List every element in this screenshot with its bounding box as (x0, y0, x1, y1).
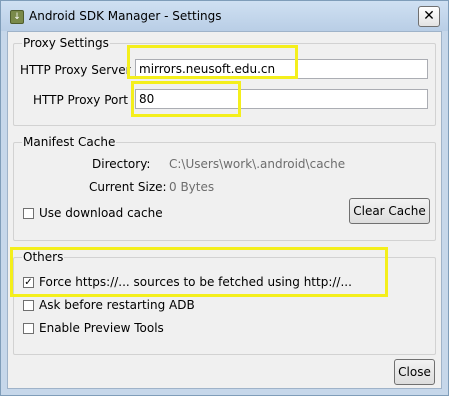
title-bar[interactable]: ↓ Android SDK Manager - Settings ✕ (1, 1, 448, 31)
window-title: Android SDK Manager - Settings (29, 9, 222, 23)
manifest-cache-title: Manifest Cache (22, 135, 117, 149)
directory-label: Directory: (92, 157, 151, 171)
force-http-checkbox[interactable]: ✓ (23, 277, 34, 288)
http-proxy-port-label: HTTP Proxy Port (33, 93, 128, 107)
proxy-settings-title: Proxy Settings (22, 36, 110, 50)
enable-preview-tools-checkbox[interactable] (23, 323, 34, 334)
current-size-value: 0 Bytes (169, 180, 215, 194)
manifest-cache-group: Manifest Cache Directory: C:\Users\work\… (13, 135, 436, 241)
current-size-label: Current Size: (89, 180, 167, 194)
use-download-cache-checkbox[interactable] (23, 208, 34, 219)
http-proxy-server-label: HTTP Proxy Server (20, 63, 131, 77)
directory-value: C:\Users\work\.android\cache (169, 157, 346, 171)
force-http-label: Force https://... sources to be fetched … (39, 275, 352, 289)
checkmark-icon: ✓ (24, 277, 33, 288)
dialog-body: Proxy Settings HTTP Proxy Server HTTP Pr… (7, 31, 442, 389)
http-proxy-server-input[interactable] (135, 59, 428, 79)
others-group: Others ✓ Force https://... sources to be… (13, 250, 436, 355)
ask-before-restart-adb-label: Ask before restarting ADB (39, 298, 195, 312)
clear-cache-button[interactable]: Clear Cache (349, 198, 430, 224)
close-button[interactable]: Close (394, 359, 435, 385)
android-sdk-manager-icon: ↓ (10, 10, 24, 24)
http-proxy-port-input[interactable] (135, 89, 428, 109)
enable-preview-tools-label: Enable Preview Tools (39, 321, 164, 335)
proxy-settings-group: Proxy Settings HTTP Proxy Server HTTP Pr… (13, 36, 436, 126)
use-download-cache-label: Use download cache (39, 206, 163, 220)
settings-window: ↓ Android SDK Manager - Settings ✕ Proxy… (0, 0, 449, 396)
others-title: Others (22, 250, 65, 264)
window-close-button[interactable]: ✕ (418, 6, 440, 27)
ask-before-restart-adb-checkbox[interactable] (23, 300, 34, 311)
